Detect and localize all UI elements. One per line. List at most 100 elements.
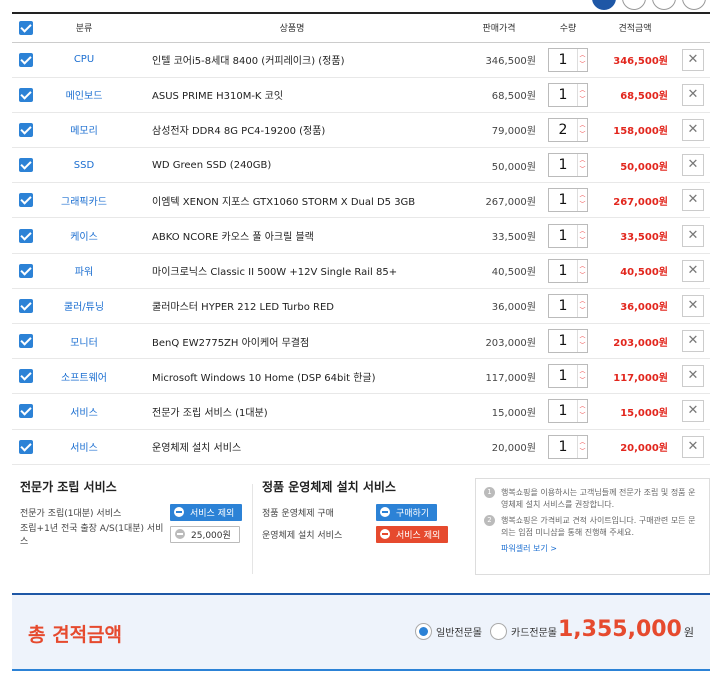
- select-all-checkbox[interactable]: [19, 20, 33, 35]
- os-buy-button[interactable]: 구매하기: [376, 503, 438, 521]
- row-checkbox[interactable]: [19, 228, 33, 243]
- remove-item-button[interactable]: ✕: [682, 189, 704, 212]
- row-checkbox[interactable]: [19, 193, 33, 208]
- remove-item-button[interactable]: ✕: [682, 154, 704, 177]
- quantity-stepper[interactable]: 1 ︿ ﹀: [548, 364, 588, 389]
- chevron-up-icon[interactable]: ︿: [579, 227, 585, 236]
- row-checkbox[interactable]: [19, 52, 33, 67]
- os-exclude-button[interactable]: 서비스 제외: [376, 525, 449, 543]
- page-dot[interactable]: [682, 0, 706, 10]
- row-checkbox[interactable]: [19, 298, 33, 313]
- row-checkbox[interactable]: [19, 122, 33, 137]
- item-category[interactable]: 쿨러/튜닝: [40, 288, 128, 325]
- row-checkbox[interactable]: [19, 404, 33, 419]
- chevron-down-icon[interactable]: ﹀: [579, 200, 585, 209]
- row-checkbox[interactable]: [19, 158, 33, 173]
- chevron-up-icon[interactable]: ︿: [579, 86, 585, 95]
- chevron-up-icon[interactable]: ︿: [579, 367, 585, 376]
- remove-item-button[interactable]: ✕: [682, 224, 704, 247]
- item-category[interactable]: 파워: [40, 253, 128, 289]
- chevron-up-icon[interactable]: ︿: [579, 438, 585, 447]
- chevron-down-icon[interactable]: ﹀: [579, 236, 585, 245]
- page-dot[interactable]: [592, 0, 616, 10]
- remove-item-button[interactable]: ✕: [682, 365, 704, 388]
- remove-item-button[interactable]: ✕: [682, 118, 704, 141]
- chevron-up-icon[interactable]: ︿: [579, 191, 585, 200]
- chevron-down-icon[interactable]: ﹀: [579, 165, 585, 174]
- remove-item-button[interactable]: ✕: [682, 330, 704, 353]
- power-seller-link[interactable]: 파워셀러 보기 >: [501, 543, 701, 555]
- item-category[interactable]: 그래픽카드: [40, 182, 128, 219]
- item-category[interactable]: SSD: [40, 147, 128, 184]
- quantity-stepper[interactable]: 1 ︿ ﹀: [548, 399, 588, 424]
- quantity-value[interactable]: 1: [549, 295, 577, 317]
- chevron-down-icon[interactable]: ﹀: [579, 447, 585, 456]
- remove-item-button[interactable]: ✕: [682, 294, 704, 317]
- quantity-stepper[interactable]: 1 ︿ ﹀: [548, 293, 588, 318]
- remove-item-button[interactable]: ✕: [682, 48, 704, 71]
- row-checkbox[interactable]: [19, 87, 33, 102]
- item-category[interactable]: 메모리: [40, 112, 128, 149]
- quantity-stepper[interactable]: 1 ︿ ﹀: [548, 188, 588, 213]
- quantity-stepper[interactable]: 1 ︿ ﹀: [548, 47, 588, 72]
- quantity-stepper[interactable]: 1 ︿ ﹀: [548, 223, 588, 248]
- chevron-down-icon[interactable]: ﹀: [579, 95, 585, 104]
- page-dot[interactable]: [622, 0, 646, 10]
- chevron-down-icon[interactable]: ﹀: [579, 376, 585, 385]
- item-category[interactable]: 서비스: [40, 429, 128, 465]
- item-total: 158,000원: [594, 112, 676, 149]
- quantity-value[interactable]: 1: [549, 330, 577, 352]
- row-checkbox[interactable]: [19, 263, 33, 278]
- item-category[interactable]: 모니터: [40, 323, 128, 360]
- chevron-up-icon[interactable]: ︿: [579, 402, 585, 411]
- quantity-stepper[interactable]: 2 ︿ ﹀: [548, 117, 588, 142]
- item-category[interactable]: 서비스: [40, 393, 128, 430]
- quantity-value[interactable]: 1: [549, 49, 577, 71]
- close-icon: ✕: [687, 121, 699, 137]
- remove-item-button[interactable]: ✕: [682, 259, 704, 282]
- quantity-value[interactable]: 1: [549, 189, 577, 211]
- remove-item-button[interactable]: ✕: [682, 435, 704, 458]
- quantity-stepper[interactable]: 1 ︿ ﹀: [548, 82, 588, 107]
- chevron-up-icon[interactable]: ︿: [579, 297, 585, 306]
- item-category[interactable]: 케이스: [40, 217, 128, 254]
- item-category[interactable]: CPU: [40, 42, 128, 78]
- item-category[interactable]: 소프트웨어: [40, 358, 128, 395]
- chevron-down-icon[interactable]: ﹀: [579, 341, 585, 350]
- quantity-stepper[interactable]: 1 ︿ ﹀: [548, 258, 588, 283]
- chevron-up-icon[interactable]: ︿: [579, 156, 585, 165]
- quantity-value[interactable]: 1: [549, 436, 577, 458]
- quantity-stepper[interactable]: 1 ︿ ﹀: [548, 153, 588, 178]
- quantity-value[interactable]: 1: [549, 400, 577, 422]
- chevron-down-icon[interactable]: ﹀: [579, 271, 585, 280]
- quantity-value[interactable]: 2: [549, 119, 577, 141]
- assembly-as-button[interactable]: 25,000원: [170, 525, 240, 543]
- page-dot[interactable]: [652, 0, 676, 10]
- row-checkbox[interactable]: [19, 439, 33, 454]
- quantity-stepper[interactable]: 1 ︿ ﹀: [548, 434, 588, 459]
- radio-icon[interactable]: [415, 623, 432, 640]
- chevron-down-icon[interactable]: ﹀: [579, 306, 585, 315]
- assembly-exclude-button[interactable]: 서비스 제외: [170, 503, 243, 521]
- radio-icon[interactable]: [490, 623, 507, 640]
- quantity-value[interactable]: 1: [549, 84, 577, 106]
- quantity-value[interactable]: 1: [549, 154, 577, 176]
- row-checkbox[interactable]: [19, 334, 33, 349]
- remove-item-button[interactable]: ✕: [682, 400, 704, 423]
- chevron-down-icon[interactable]: ﹀: [579, 60, 585, 69]
- chevron-down-icon[interactable]: ﹀: [579, 411, 585, 420]
- remove-item-button[interactable]: ✕: [682, 83, 704, 106]
- quantity-value[interactable]: 1: [549, 260, 577, 282]
- radio-card-mall[interactable]: 카드전문몰: [490, 623, 557, 640]
- quantity-stepper[interactable]: 1 ︿ ﹀: [548, 329, 588, 354]
- row-checkbox[interactable]: [19, 369, 33, 384]
- quantity-value[interactable]: 1: [549, 365, 577, 387]
- radio-general-mall[interactable]: 일반전문몰: [415, 623, 482, 640]
- item-category[interactable]: 메인보드: [40, 77, 128, 113]
- chevron-up-icon[interactable]: ︿: [579, 262, 585, 271]
- chevron-up-icon[interactable]: ︿: [579, 332, 585, 341]
- quantity-value[interactable]: 1: [549, 225, 577, 247]
- chevron-up-icon[interactable]: ︿: [579, 51, 585, 60]
- chevron-up-icon[interactable]: ︿: [579, 121, 585, 130]
- chevron-down-icon[interactable]: ﹀: [579, 130, 585, 139]
